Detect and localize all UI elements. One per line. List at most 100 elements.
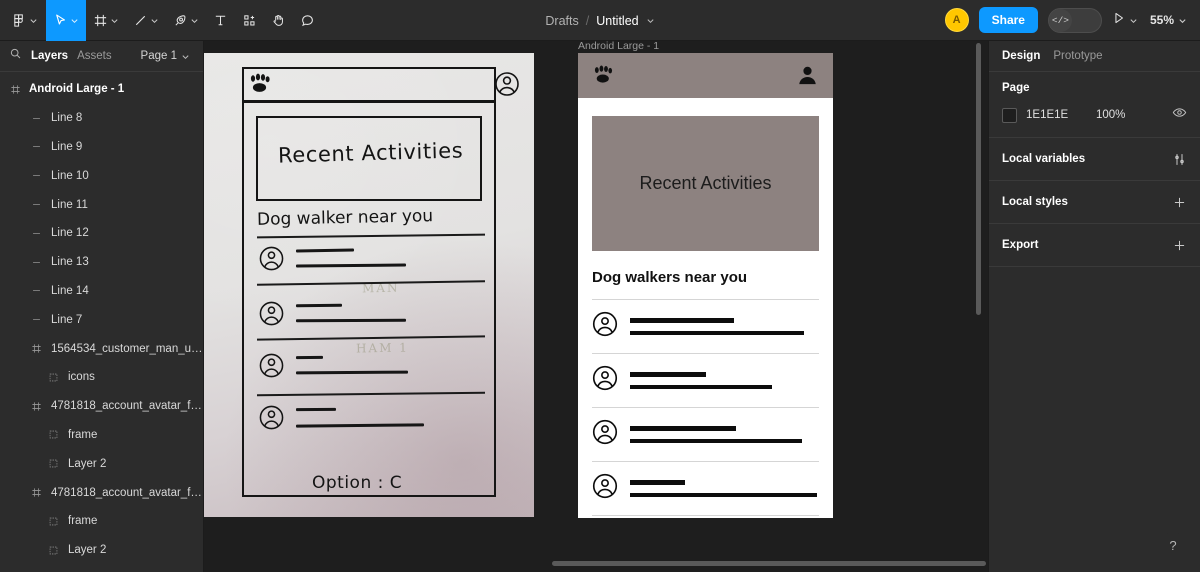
search-icon[interactable] — [9, 47, 22, 65]
layer-label: Layer 2 — [68, 457, 107, 470]
figma-app-window: Drafts / Untitled A Share </> 55% Layers… — [0, 0, 1200, 572]
plus-icon[interactable] — [1172, 238, 1187, 253]
layer-row[interactable]: 4781818_account_avatar_face… — [0, 565, 203, 572]
shape-tool-button[interactable] — [126, 0, 166, 41]
walker-list-item[interactable] — [592, 353, 819, 407]
chevron-down-icon[interactable] — [1129, 16, 1138, 25]
figma-main-menu-button[interactable] — [0, 0, 46, 41]
layer-row[interactable]: Line 14 — [0, 277, 203, 306]
sliders-icon[interactable] — [1172, 152, 1187, 167]
canvas-vertical-scrollbar[interactable] — [976, 43, 981, 315]
layer-row[interactable]: Line 12 — [0, 219, 203, 248]
page-section-title: Page — [1002, 82, 1030, 94]
layer-row[interactable]: 4781818_account_avatar_face… — [0, 478, 203, 507]
local-styles-row[interactable]: Local styles — [989, 181, 1200, 224]
canvas-horizontal-scrollbar[interactable] — [552, 561, 986, 566]
placeholder-bar — [630, 480, 685, 485]
layer-row[interactable]: Line 10 — [0, 161, 203, 190]
export-row[interactable]: Export — [989, 224, 1200, 267]
share-button[interactable]: Share — [978, 7, 1038, 33]
layer-label: Line 9 — [51, 140, 83, 153]
layer-row[interactable]: 1564534_customer_man_user… — [0, 334, 203, 363]
hand-tool-button[interactable] — [264, 0, 293, 41]
sketch-subtitle: Dog walker near you — [256, 206, 434, 230]
layer-row[interactable]: Line 8 — [0, 104, 203, 133]
tab-prototype[interactable]: Prototype — [1053, 50, 1102, 62]
line-icon — [29, 314, 44, 325]
tab-assets[interactable]: Assets — [77, 50, 112, 62]
walker-placeholder-bars — [630, 426, 819, 443]
eye-icon[interactable] — [1172, 105, 1187, 125]
frame-tool-button[interactable] — [86, 0, 126, 41]
page-color-hex[interactable]: 1E1E1E — [1026, 109, 1096, 121]
layer-label: frame — [68, 515, 98, 528]
breadcrumb-separator: / — [585, 13, 590, 28]
walker-placeholder-bars — [630, 480, 819, 497]
avatar[interactable]: A — [944, 8, 969, 32]
layer-row[interactable]: Line 9 — [0, 133, 203, 162]
layer-row[interactable]: Line 7 — [0, 305, 203, 334]
breadcrumb-file-name[interactable]: Untitled — [596, 14, 638, 28]
frame-icon — [93, 13, 108, 28]
tab-layers[interactable]: Layers — [31, 50, 68, 62]
left-panel: Layers Assets Page 1 Android Large - 1 Li… — [0, 41, 204, 572]
present-button[interactable] — [1112, 11, 1138, 30]
layer-row[interactable]: Layer 2 — [0, 536, 203, 565]
placeholder-bar — [630, 438, 802, 443]
mockup-banner: Recent Activities — [592, 116, 819, 251]
local-variables-row[interactable]: Local variables — [989, 138, 1200, 181]
app-body: Layers Assets Page 1 Android Large - 1 Li… — [0, 41, 1200, 572]
sketch-option-note: Option : C — [312, 473, 403, 493]
frame-label-android-large-1[interactable]: Android Large - 1 — [578, 41, 659, 52]
layer-label: Layer 2 — [68, 544, 107, 557]
dev-mode-toggle[interactable]: </> — [1047, 7, 1102, 33]
group-icon — [46, 516, 61, 527]
tab-design[interactable]: Design — [1002, 50, 1040, 62]
placeholder-bar — [630, 384, 772, 389]
walker-list-item[interactable] — [592, 407, 819, 461]
layer-row[interactable]: frame — [0, 421, 203, 450]
right-panel-header: Design Prototype — [989, 41, 1200, 72]
canvas[interactable]: Recent Activities Dog walker near you MA… — [204, 41, 988, 572]
layer-row[interactable]: Line 13 — [0, 248, 203, 277]
frame-icon — [8, 84, 23, 95]
walker-placeholder-bars — [630, 318, 819, 335]
plus-icon[interactable] — [1172, 195, 1187, 210]
layer-row[interactable]: 4781818_account_avatar_face… — [0, 392, 203, 421]
page-color-opacity[interactable]: 100% — [1096, 109, 1125, 121]
help-button[interactable]: ? — [1160, 532, 1186, 558]
walker-list-item[interactable] — [592, 299, 819, 353]
line-icon — [29, 257, 44, 268]
layer-row[interactable]: icons — [0, 363, 203, 392]
zoom-control[interactable]: 55% — [1148, 13, 1187, 27]
breadcrumb-project[interactable]: Drafts — [545, 14, 578, 28]
person-icon[interactable] — [796, 64, 819, 87]
layer-label: 1564534_customer_man_user… — [51, 342, 203, 355]
move-tool-button[interactable] — [46, 0, 86, 41]
layer-row[interactable]: Layer 2 — [0, 449, 203, 478]
resources-tool-button[interactable] — [235, 0, 264, 41]
line-icon — [133, 13, 148, 28]
layer-label: Line 11 — [51, 198, 88, 211]
file-menu-chevron-down-icon[interactable] — [646, 16, 655, 25]
layer-row[interactable]: frame — [0, 507, 203, 536]
page-selector[interactable]: Page 1 — [141, 50, 194, 62]
line-icon — [29, 285, 44, 296]
layer-row[interactable]: Android Large - 1 — [0, 75, 203, 104]
line-icon — [29, 113, 44, 124]
text-tool-button[interactable] — [206, 0, 235, 41]
layer-row[interactable]: Line 11 — [0, 190, 203, 219]
walker-list-item[interactable] — [592, 461, 819, 516]
mockup-frame-android-large-1[interactable]: Recent Activities Dog walkers near you — [578, 53, 833, 518]
mockup-walker-list — [592, 299, 819, 516]
comment-tool-button[interactable] — [293, 0, 322, 41]
sketch-photo-node[interactable]: Recent Activities Dog walker near you MA… — [204, 53, 534, 517]
mockup-section-heading: Dog walkers near you — [592, 269, 748, 286]
chevron-down-icon — [182, 54, 189, 59]
left-panel-header: Layers Assets Page 1 — [0, 41, 203, 72]
page-color-swatch[interactable] — [1002, 107, 1017, 123]
pen-tool-button[interactable] — [166, 0, 206, 41]
layer-label: Line 10 — [51, 169, 89, 182]
walker-placeholder-bars — [630, 372, 819, 389]
export-label: Export — [1002, 239, 1039, 251]
